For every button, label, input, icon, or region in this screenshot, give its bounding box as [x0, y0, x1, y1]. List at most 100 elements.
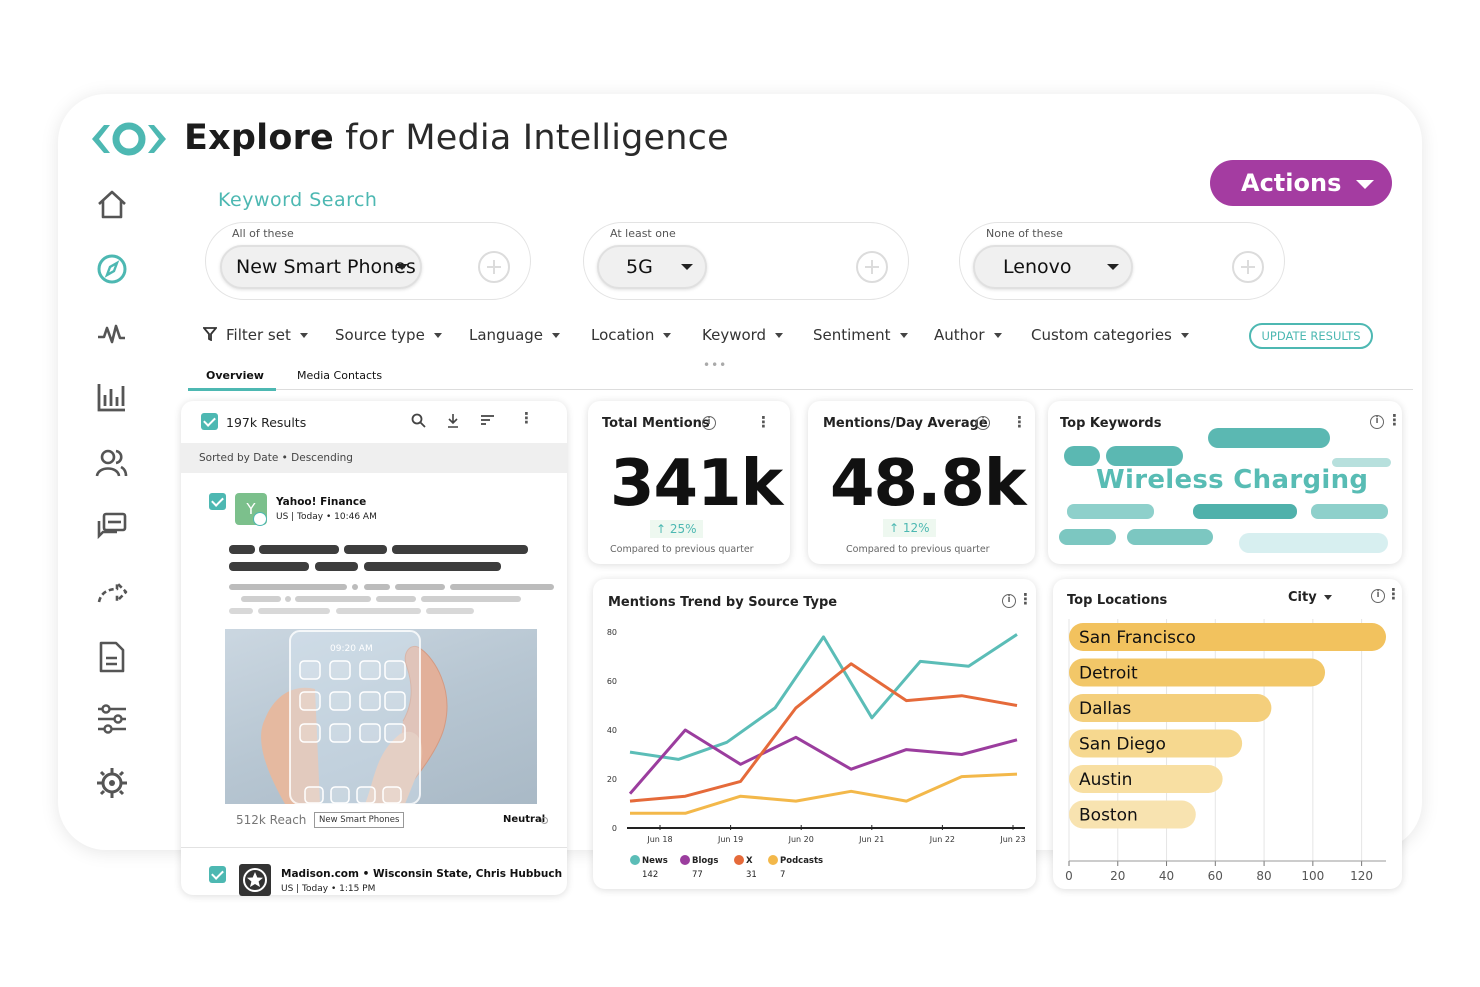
- keyword-group-any: At least one 5G: [583, 222, 909, 300]
- location-dropdown[interactable]: Location: [591, 326, 672, 344]
- tab-divider: [188, 389, 1413, 390]
- star-badge-icon: [243, 868, 267, 892]
- location-label: Detroit: [1079, 664, 1138, 684]
- reach-label: 512k Reach: [236, 813, 307, 827]
- sort-label: Sorted by Date • Descending: [199, 452, 353, 464]
- group-label: All of these: [232, 227, 294, 240]
- legend-total: 142: [642, 870, 658, 880]
- settings-icon[interactable]: [95, 766, 129, 800]
- source-badge-icon: [253, 512, 267, 526]
- add-keyword-icon[interactable]: [478, 251, 510, 283]
- chevron-down-icon: [1107, 264, 1119, 270]
- series-line-blogs[interactable]: [628, 728, 1018, 795]
- legend-label: News: [642, 856, 668, 866]
- hand-phone-illustration: 09:20 AM: [261, 630, 448, 804]
- keyword-blob[interactable]: [1208, 428, 1330, 448]
- keyword-blob[interactable]: [1059, 529, 1116, 545]
- series-line-podcasts[interactable]: [630, 772, 1018, 815]
- item-source[interactable]: Yahoo! Finance: [276, 496, 366, 508]
- total-mentions-card: Total Mentions i ⋮ 341k ↑ 25% Compared t…: [588, 401, 790, 564]
- bar-chart-icon[interactable]: [95, 380, 129, 414]
- sentiment-dropdown[interactable]: Sentiment: [813, 326, 908, 344]
- select-all-checkbox[interactable]: [201, 413, 218, 430]
- row-divider: [181, 847, 567, 848]
- compass-icon[interactable]: [95, 252, 129, 286]
- svg-text:09:20 AM: 09:20 AM: [330, 644, 373, 654]
- item-checkbox[interactable]: [209, 493, 226, 510]
- more-dots-icon[interactable]: •••: [703, 358, 727, 372]
- info-icon[interactable]: i: [976, 416, 990, 430]
- home-icon[interactable]: [95, 188, 129, 222]
- featured-keyword[interactable]: Wireless Charging: [1096, 465, 1368, 495]
- filter-icon: [203, 327, 217, 341]
- pulse-icon[interactable]: [95, 316, 129, 350]
- add-keyword-icon[interactable]: [1232, 251, 1264, 283]
- x-tick-label: Jun 21: [858, 835, 884, 844]
- keyword-blob[interactable]: [1106, 446, 1183, 466]
- keyword-search-title: Keyword Search: [218, 189, 378, 211]
- share-icon[interactable]: [95, 576, 129, 610]
- mentions-per-day-card: Mentions/Day Average i ⋮ 48.8k ↑ 12% Com…: [808, 401, 1035, 564]
- x-tick-label: 120: [1350, 869, 1373, 883]
- download-icon[interactable]: [446, 413, 460, 428]
- top-locations-chart: 0 20 40 60 80 100 120 San Francisco Detroit Dalla…: [1065, 619, 1386, 883]
- update-results-button[interactable]: UPDATE RESULTS: [1249, 323, 1373, 349]
- card-title: Mentions/Day Average: [823, 416, 988, 431]
- item-checkbox[interactable]: [209, 866, 226, 883]
- article-image[interactable]: 09:20 AM: [225, 629, 537, 804]
- language-dropdown[interactable]: Language: [469, 326, 561, 344]
- keyword-pill[interactable]: Lenovo: [973, 245, 1133, 289]
- keyword-group-none: None of these Lenovo: [959, 222, 1285, 300]
- top-keywords-card: Top Keywords i ⋮ Wireless Charging: [1048, 401, 1402, 564]
- tab-media-contacts[interactable]: Media Contacts: [297, 369, 382, 382]
- users-icon[interactable]: [95, 446, 129, 480]
- keyword-blob[interactable]: [1193, 504, 1297, 519]
- sliders-icon[interactable]: [95, 702, 129, 736]
- keyword-blob[interactable]: [1324, 533, 1388, 553]
- info-icon[interactable]: i: [1370, 415, 1384, 429]
- tab-overview[interactable]: Overview: [206, 369, 264, 382]
- tab-active-indicator: [188, 388, 276, 391]
- location-label: San Diego: [1079, 735, 1166, 755]
- custom-categories-dropdown[interactable]: Custom categories: [1031, 326, 1189, 344]
- y-tick-label: 0: [612, 824, 617, 833]
- keyword-blob[interactable]: [1067, 504, 1154, 519]
- search-icon[interactable]: [411, 413, 426, 428]
- keyword-pill[interactable]: New Smart Phones: [220, 245, 422, 289]
- source-type-dropdown[interactable]: Source type: [335, 326, 442, 344]
- actions-button[interactable]: Actions: [1210, 160, 1392, 206]
- keyword-group-all: All of these New Smart Phones: [205, 222, 531, 300]
- filter-set-dropdown[interactable]: Filter set: [226, 326, 308, 344]
- keyword-dropdown[interactable]: Keyword: [702, 326, 784, 344]
- document-icon[interactable]: [95, 640, 129, 674]
- mentions-trend-card: Mentions Trend by Source Type i ⋮ 0 20 40 6…: [593, 579, 1036, 889]
- chat-icon[interactable]: [95, 510, 129, 544]
- compare-label: Compared to previous quarter: [846, 544, 990, 555]
- legend-swatch: [630, 855, 640, 865]
- keyword-pill[interactable]: 5G: [597, 245, 707, 289]
- chevron-down-icon: [681, 264, 693, 270]
- brand-logo: [92, 122, 166, 156]
- add-keyword-icon[interactable]: [856, 251, 888, 283]
- more-options-icon[interactable]: ⋮: [519, 409, 534, 427]
- legend-total: 31: [746, 870, 757, 880]
- keyword-tag[interactable]: New Smart Phones: [314, 812, 405, 828]
- sort-icon[interactable]: [480, 414, 495, 426]
- more-options-icon[interactable]: ⋮: [756, 413, 771, 431]
- author-dropdown[interactable]: Author: [934, 326, 1002, 344]
- page-title: Explore for Media Intelligence: [184, 118, 729, 158]
- info-icon[interactable]: i: [702, 416, 716, 430]
- keyword-blob[interactable]: [1127, 529, 1213, 545]
- location-label: Austin: [1079, 770, 1132, 790]
- legend-label: Blogs: [692, 856, 718, 866]
- item-meta: US | Today • 10:46 AM: [276, 512, 377, 522]
- x-tick-label: Jun 19: [717, 835, 743, 844]
- keyword-blob[interactable]: [1064, 446, 1100, 466]
- more-options-icon[interactable]: ⋮: [1387, 411, 1402, 429]
- more-options-icon[interactable]: ⋮: [1012, 413, 1027, 431]
- item-source[interactable]: Madison.com • Wisconsin State, Chris Hub…: [281, 868, 562, 880]
- group-label: At least one: [610, 227, 676, 240]
- keyword-blob[interactable]: [1311, 504, 1388, 519]
- avatar: [239, 864, 271, 896]
- results-card: 197k Results ⋮ Sorted by Date • Descendi…: [181, 401, 567, 896]
